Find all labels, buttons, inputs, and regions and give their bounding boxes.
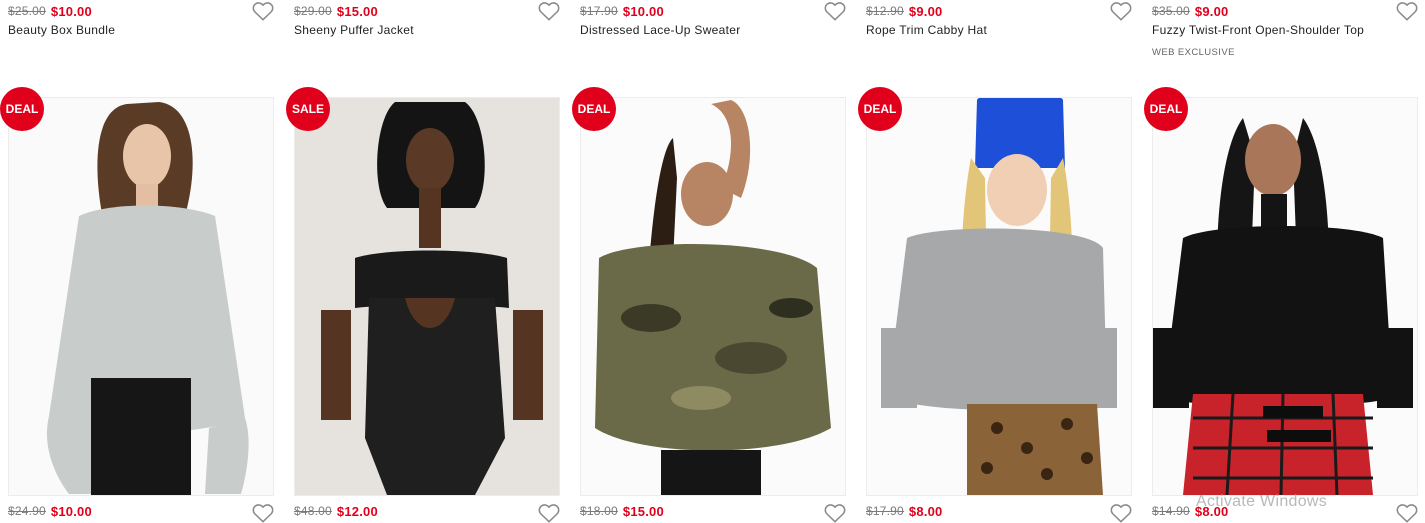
price-row: $29.00 $15.00 xyxy=(294,3,378,19)
price-row: $17.90 $10.00 xyxy=(580,3,664,19)
original-price: $17.90 xyxy=(580,4,618,18)
heart-icon[interactable] xyxy=(1396,1,1418,21)
sale-price: $9.00 xyxy=(908,3,943,19)
product-photo-illustration xyxy=(295,98,559,495)
product-photo-illustration xyxy=(581,98,845,495)
product-photo-illustration xyxy=(1153,98,1417,495)
product-image[interactable] xyxy=(294,97,560,496)
product-photo-illustration xyxy=(9,98,273,495)
product-image[interactable] xyxy=(866,97,1132,496)
activate-windows-watermark: Activate Windows xyxy=(1196,493,1328,510)
original-price: $29.00 xyxy=(294,4,332,18)
heart-icon[interactable] xyxy=(824,503,846,523)
heart-icon[interactable] xyxy=(1110,503,1132,523)
price-row: $25.00 $10.00 xyxy=(8,3,92,19)
product-grid: $25.00 $10.00 Beauty Box Bundle DEAL $24… xyxy=(0,0,1425,523)
deal-badge[interactable]: DEAL xyxy=(0,87,44,131)
product-name[interactable]: Fuzzy Twist-Front Open-Shoulder Top xyxy=(1152,23,1364,37)
price-row: $12.90 $9.00 xyxy=(866,3,942,19)
product-image[interactable] xyxy=(580,97,846,496)
product-name[interactable]: Distressed Lace-Up Sweater xyxy=(580,23,741,37)
original-price: $35.00 xyxy=(1152,4,1190,18)
price-row: $48.00 $12.00 xyxy=(294,503,378,519)
sale-price: $10.00 xyxy=(50,503,92,519)
original-price: $25.00 xyxy=(8,4,46,18)
product-card: $12.90 $9.00 Rope Trim Cabby Hat DEAL $1… xyxy=(858,0,1132,523)
sale-price: $8.00 xyxy=(908,503,943,519)
original-price: $17.90 xyxy=(866,504,904,518)
product-photo-illustration xyxy=(867,98,1131,495)
product-card: $35.00 $9.00 Fuzzy Twist-Front Open-Shou… xyxy=(1144,0,1418,523)
sale-price: $15.00 xyxy=(622,503,664,519)
product-image[interactable] xyxy=(1152,97,1418,496)
product-image[interactable] xyxy=(8,97,274,496)
heart-icon[interactable] xyxy=(1396,503,1418,523)
heart-icon[interactable] xyxy=(824,1,846,21)
product-card: $17.90 $10.00 Distressed Lace-Up Sweater… xyxy=(572,0,846,523)
sale-price: $12.00 xyxy=(336,503,378,519)
original-price: $12.90 xyxy=(866,4,904,18)
web-exclusive-tag: WEB EXCLUSIVE xyxy=(1152,47,1235,58)
original-price: $14.90 xyxy=(1152,504,1190,518)
sale-price: $10.00 xyxy=(622,3,664,19)
deal-badge[interactable]: DEAL xyxy=(572,87,616,131)
price-row: $24.90 $10.00 xyxy=(8,503,92,519)
heart-icon[interactable] xyxy=(538,1,560,21)
original-price: $48.00 xyxy=(294,504,332,518)
original-price: $24.90 xyxy=(8,504,46,518)
heart-icon[interactable] xyxy=(252,1,274,21)
deal-badge[interactable]: DEAL xyxy=(858,87,902,131)
sale-price: $15.00 xyxy=(336,3,378,19)
original-price: $18.00 xyxy=(580,504,618,518)
product-name[interactable]: Beauty Box Bundle xyxy=(8,23,115,37)
heart-icon[interactable] xyxy=(1110,1,1132,21)
product-card: $29.00 $15.00 Sheeny Puffer Jacket SALE … xyxy=(286,0,560,523)
price-row: $17.90 $8.00 xyxy=(866,503,942,519)
sale-price: $9.00 xyxy=(1194,3,1229,19)
product-name[interactable]: Rope Trim Cabby Hat xyxy=(866,23,987,37)
heart-icon[interactable] xyxy=(252,503,274,523)
price-row: $35.00 $9.00 xyxy=(1152,3,1228,19)
deal-badge[interactable]: DEAL xyxy=(1144,87,1188,131)
price-row: $18.00 $15.00 xyxy=(580,503,664,519)
product-card: $25.00 $10.00 Beauty Box Bundle DEAL $24… xyxy=(0,0,274,523)
product-name[interactable]: Sheeny Puffer Jacket xyxy=(294,23,414,37)
sale-price: $10.00 xyxy=(50,3,92,19)
sale-badge[interactable]: SALE xyxy=(286,87,330,131)
heart-icon[interactable] xyxy=(538,503,560,523)
